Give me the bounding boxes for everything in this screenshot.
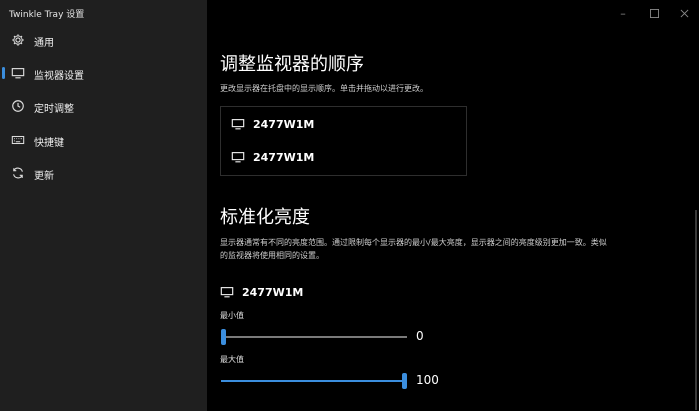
sidebar-item-label: 通用 bbox=[34, 38, 54, 49]
list-item[interactable]: 2477W1M bbox=[231, 114, 314, 134]
list-item[interactable]: 2477W1M bbox=[231, 147, 314, 167]
sidebar-item-label: 更新 bbox=[34, 171, 54, 182]
max-value: 100 bbox=[416, 373, 439, 387]
normalize-description-line1: 显示器通常有不同的亮度范围。通过限制每个显示器的最小/最大亮度，显示器之间的亮度… bbox=[220, 238, 607, 247]
normalize-description-line2: 的监视器将使用相同的设置。 bbox=[220, 251, 324, 260]
monitor-name: 2477W1M bbox=[253, 117, 315, 131]
main-content: 调整监视器的顺序 更改显示器在托盘中的显示顺序。单击并拖动以进行更改。 2477… bbox=[207, 0, 699, 411]
monitor-reorder-list: 2477W1M 2477W1M bbox=[220, 106, 467, 176]
min-value: 0 bbox=[416, 329, 424, 343]
normalize-monitor-heading: 2477W1M bbox=[220, 285, 303, 299]
sidebar-item-label: 定时调整 bbox=[34, 104, 74, 115]
gear-icon bbox=[10, 32, 26, 48]
monitor-name: 2477W1M bbox=[253, 150, 315, 164]
sidebar-item-label: 快捷键 bbox=[34, 138, 64, 149]
max-slider[interactable] bbox=[221, 373, 407, 389]
sidebar-item-general[interactable]: 通用 bbox=[0, 25, 207, 55]
min-slider-thumb[interactable] bbox=[221, 329, 226, 345]
monitor-icon bbox=[10, 65, 26, 81]
reorder-title: 调整监视器的顺序 bbox=[220, 54, 364, 75]
settings-window: Twinkle Tray 设置 通用 监视器设置 定时调整 快捷键 更新 – 调… bbox=[0, 0, 699, 411]
sidebar-item-hotkeys[interactable]: 快捷键 bbox=[0, 125, 207, 155]
sidebar-item-schedule[interactable]: 定时调整 bbox=[0, 91, 207, 121]
reorder-description: 更改显示器在托盘中的显示顺序。单击并拖动以进行更改。 bbox=[220, 84, 428, 93]
scrollbar[interactable] bbox=[695, 210, 697, 410]
monitor-icon bbox=[231, 119, 245, 130]
max-slider-thumb[interactable] bbox=[402, 373, 407, 389]
sidebar: Twinkle Tray 设置 通用 监视器设置 定时调整 快捷键 更新 bbox=[0, 0, 207, 411]
app-title: Twinkle Tray 设置 bbox=[9, 10, 85, 20]
min-label: 最小值 bbox=[220, 311, 244, 320]
sidebar-item-updates[interactable]: 更新 bbox=[0, 158, 207, 188]
normalize-title: 标准化亮度 bbox=[220, 207, 310, 228]
monitor-icon bbox=[231, 152, 245, 163]
sidebar-item-label: 监视器设置 bbox=[34, 71, 84, 82]
monitor-name: 2477W1M bbox=[242, 285, 304, 299]
clock-icon bbox=[10, 98, 26, 114]
min-slider[interactable] bbox=[221, 329, 407, 345]
max-slider-fill bbox=[221, 380, 407, 382]
sidebar-item-monitor-settings[interactable]: 监视器设置 bbox=[0, 58, 207, 88]
monitor-icon bbox=[220, 287, 234, 298]
refresh-icon bbox=[10, 165, 26, 181]
max-label: 最大值 bbox=[220, 355, 244, 364]
keyboard-icon bbox=[10, 132, 26, 148]
